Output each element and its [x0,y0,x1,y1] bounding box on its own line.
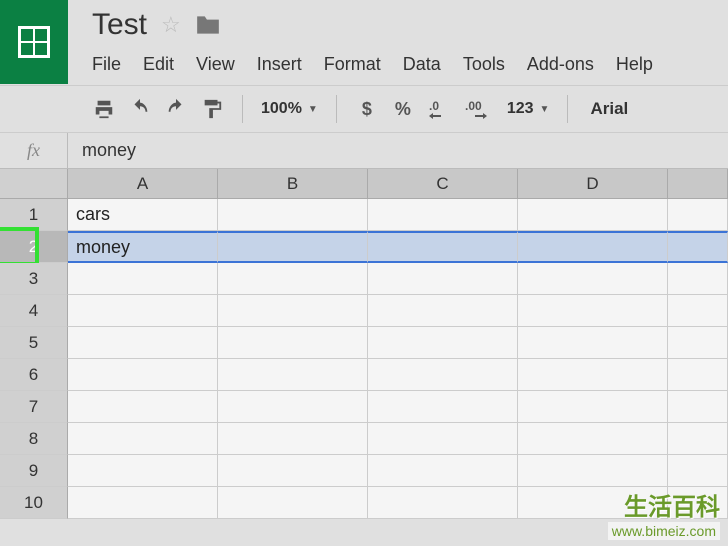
number-format-dropdown[interactable]: 123 ▼ [503,93,554,125]
row-header-9[interactable]: 9 [0,455,68,487]
col-header-c[interactable]: C [368,169,518,199]
zoom-dropdown[interactable]: 100% ▼ [257,93,322,125]
menu-data[interactable]: Data [403,54,441,75]
row-2: 2 money [0,231,728,263]
spreadsheet-grid: A B C D 1 cars 2 money 3 4 5 [0,169,728,519]
print-button[interactable] [88,93,120,125]
svg-text:.0: .0 [429,99,439,113]
row-3: 3 [0,263,728,295]
col-header-a[interactable]: A [68,169,218,199]
row-7: 7 [0,391,728,423]
decrease-decimal-button[interactable]: .0 [423,93,457,125]
cell-a1[interactable]: cars [68,199,218,231]
row-header-8[interactable]: 8 [0,423,68,455]
cell-e3[interactable] [668,263,728,295]
fx-label: fx [0,133,68,168]
menu-edit[interactable]: Edit [143,54,174,75]
cell-a2[interactable]: money [68,231,218,263]
grid-icon [18,26,50,58]
menu-format[interactable]: Format [324,54,381,75]
currency-format-button[interactable]: $ [351,93,383,125]
menu-insert[interactable]: Insert [257,54,302,75]
cell-d3[interactable] [518,263,668,295]
watermark-title: 生活百科 [608,487,720,522]
menu-view[interactable]: View [196,54,235,75]
cell-c2[interactable] [368,231,518,263]
folder-icon[interactable] [195,14,221,36]
cell-d2[interactable] [518,231,668,263]
paint-format-button[interactable] [196,93,228,125]
menu-addons[interactable]: Add-ons [527,54,594,75]
col-header-d[interactable]: D [518,169,668,199]
row-header-10[interactable]: 10 [0,487,68,519]
formula-input[interactable]: money [68,140,728,161]
cell-b2[interactable] [218,231,368,263]
menu-help[interactable]: Help [616,54,653,75]
redo-button[interactable] [160,93,192,125]
zoom-value: 100% [261,100,302,118]
row-header-1[interactable]: 1 [0,199,68,231]
row-8: 8 [0,423,728,455]
star-icon[interactable]: ☆ [161,12,181,38]
row-1: 1 cars [0,199,728,231]
undo-button[interactable] [124,93,156,125]
col-header-extra[interactable] [668,169,728,199]
sheets-logo[interactable] [0,0,68,84]
watermark-url: www.bimeiz.com [608,522,720,540]
doc-title[interactable]: Test [92,8,147,42]
row-header-7[interactable]: 7 [0,391,68,423]
toolbar: 100% ▼ $ % .0 .00 123 ▼ Arial [0,85,728,133]
svg-text:.00: .00 [465,99,482,113]
cell-c3[interactable] [368,263,518,295]
cell-b3[interactable] [218,263,368,295]
cell-a3[interactable] [68,263,218,295]
row-6: 6 [0,359,728,391]
menu-tools[interactable]: Tools [463,54,505,75]
cell-c1[interactable] [368,199,518,231]
row-9: 9 [0,455,728,487]
chevron-down-icon: ▼ [308,104,318,115]
chevron-down-icon: ▼ [540,104,550,115]
row-header-6[interactable]: 6 [0,359,68,391]
row-header-4[interactable]: 4 [0,295,68,327]
num-format-label: 123 [507,100,534,118]
cell-d1[interactable] [518,199,668,231]
row-header-3[interactable]: 3 [0,263,68,295]
menu-bar: File Edit View Insert Format Data Tools … [92,48,728,85]
watermark: 生活百科 www.bimeiz.com [608,487,720,540]
formula-bar: fx money [0,133,728,169]
cell-e2[interactable] [668,231,728,263]
increase-decimal-button[interactable]: .00 [461,93,499,125]
row-4: 4 [0,295,728,327]
font-dropdown[interactable]: Arial [582,93,636,125]
col-header-b[interactable]: B [218,169,368,199]
percent-format-button[interactable]: % [387,93,419,125]
select-all-corner[interactable] [0,169,68,199]
row-header-5[interactable]: 5 [0,327,68,359]
row-header-2[interactable]: 2 [0,231,68,263]
menu-file[interactable]: File [92,54,121,75]
row-5: 5 [0,327,728,359]
cell-b1[interactable] [218,199,368,231]
cell-e1[interactable] [668,199,728,231]
